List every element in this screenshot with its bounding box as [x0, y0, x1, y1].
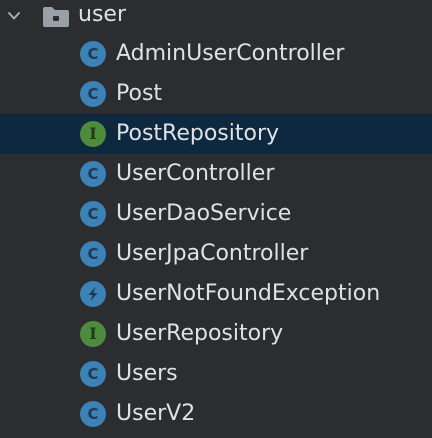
icon-glyph: C: [87, 404, 99, 423]
project-tree: user C AdminUserController C Post I PostRepos…: [0, 0, 432, 438]
class-icon: C: [80, 41, 106, 67]
class-icon: C: [80, 361, 106, 387]
tree-item[interactable]: C Users: [0, 354, 432, 394]
chevron-down-icon[interactable]: [4, 6, 24, 26]
interface-icon: I: [80, 321, 106, 347]
icon-glyph: C: [87, 364, 99, 383]
tree-item-label: UserV2: [116, 401, 196, 426]
tree-item[interactable]: I PostRepository: [0, 114, 432, 154]
tree-item-label: UserDaoService: [116, 201, 292, 226]
tree-item-label: PostRepository: [116, 121, 280, 146]
interface-icon: I: [80, 121, 106, 147]
tree-item[interactable]: C UserV2: [0, 394, 432, 434]
exception-class-icon: [80, 281, 106, 307]
icon-glyph: C: [87, 84, 99, 103]
tree-item[interactable]: C UserJpaController: [0, 234, 432, 274]
tree-item[interactable]: UserNotFoundException: [0, 274, 432, 314]
tree-item-label: UserJpaController: [116, 241, 309, 266]
folder-label: user: [78, 2, 126, 27]
folder-row-user[interactable]: user: [0, 0, 432, 36]
icon-glyph: C: [87, 244, 99, 263]
tree-item[interactable]: C AdminUserController: [0, 34, 432, 74]
tree-item-label: Post: [116, 81, 163, 106]
icon-glyph: C: [87, 164, 99, 183]
class-icon: C: [80, 81, 106, 107]
tree-item-label: UserNotFoundException: [116, 281, 381, 306]
icon-glyph: C: [87, 204, 99, 223]
class-icon: C: [80, 401, 106, 427]
class-icon: C: [80, 241, 106, 267]
tree-item[interactable]: C UserController: [0, 154, 432, 194]
icon-glyph: I: [89, 324, 97, 343]
tree-item[interactable]: C UserDaoService: [0, 194, 432, 234]
class-icon: C: [80, 161, 106, 187]
tree-item[interactable]: C Post: [0, 74, 432, 114]
tree-item-label: Users: [116, 361, 178, 386]
class-icon: C: [80, 201, 106, 227]
tree-item-label: AdminUserController: [116, 41, 345, 66]
tree-item-label: UserController: [116, 161, 275, 186]
tree-item-label: UserRepository: [116, 321, 284, 346]
icon-glyph: I: [89, 124, 97, 143]
folder-icon: [42, 6, 70, 28]
icon-glyph: C: [87, 44, 99, 63]
tree-item[interactable]: I UserRepository: [0, 314, 432, 354]
